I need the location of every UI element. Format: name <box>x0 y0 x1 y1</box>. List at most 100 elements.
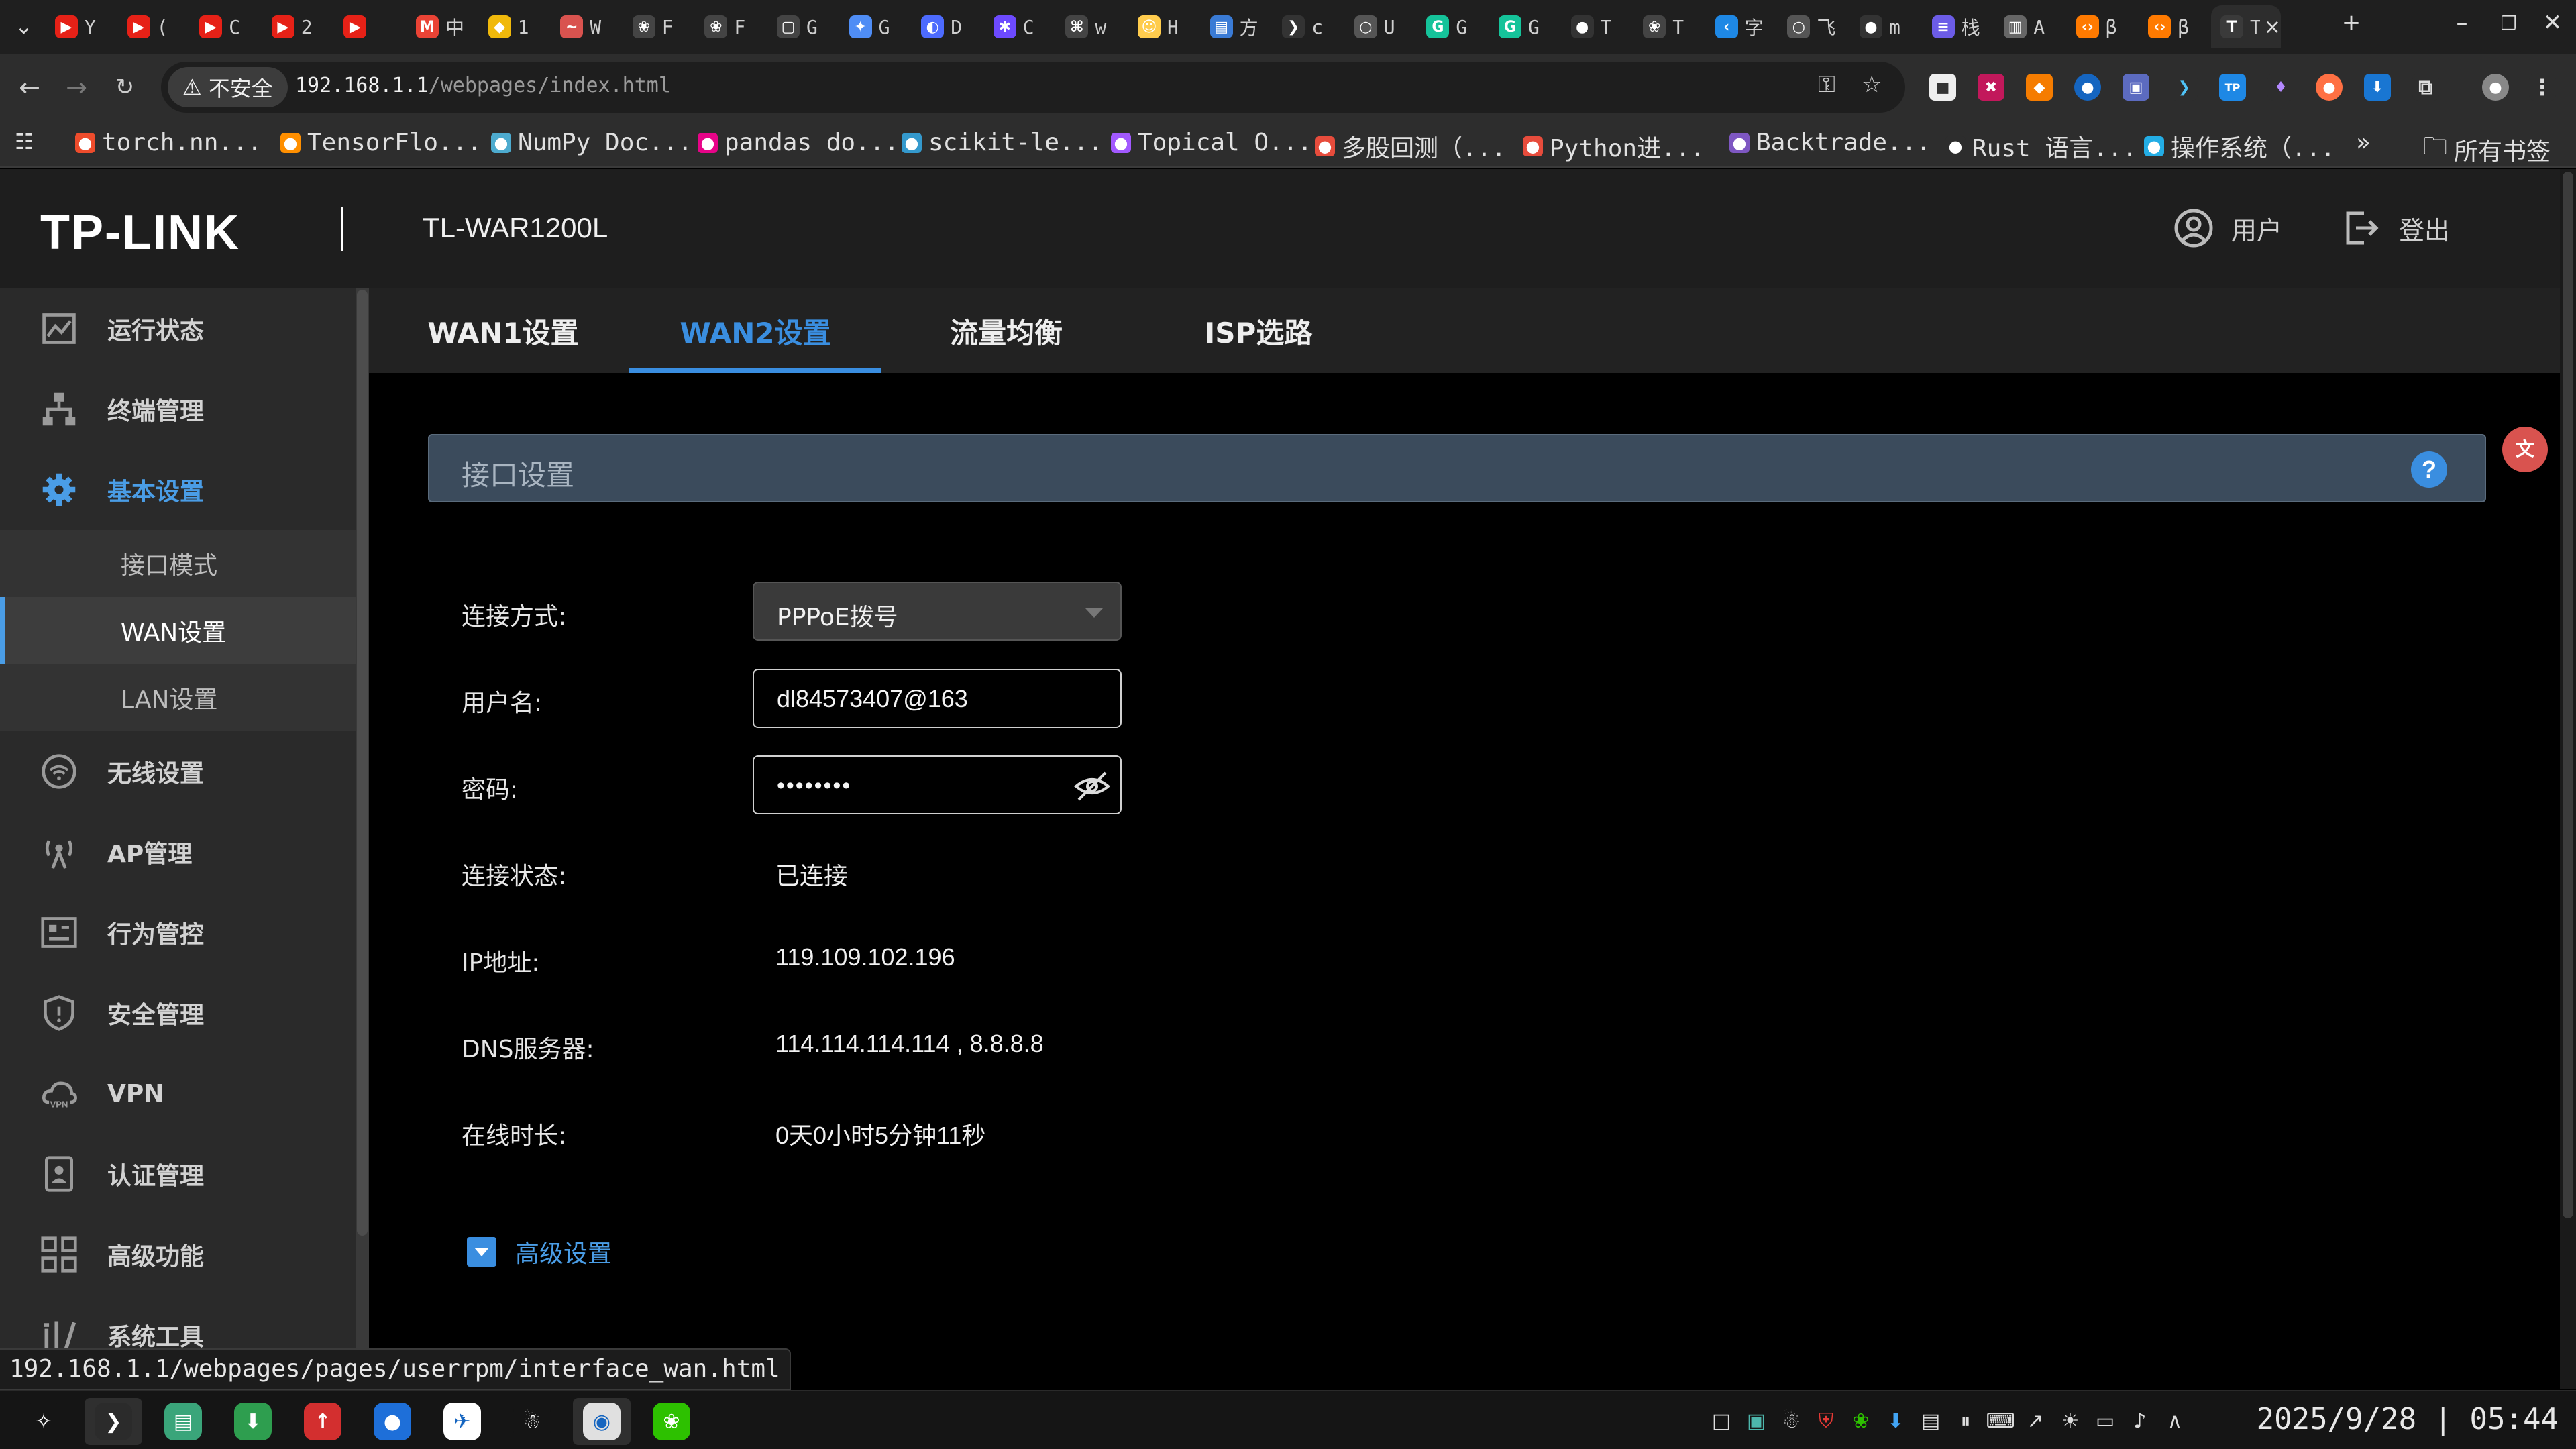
browser-tab[interactable]: ▶ C <box>190 5 265 48</box>
brightness-icon[interactable]: ☀ <box>2055 1406 2085 1436</box>
browser-tab[interactable]: ❯ c <box>1273 5 1348 48</box>
launcher-taskbar-button[interactable]: ✧ <box>15 1398 72 1445</box>
advanced-settings-toggle[interactable]: 高级设置 <box>467 1234 612 1269</box>
browser-tab[interactable]: ‹› β <box>2139 5 2214 48</box>
extension-tp-icon[interactable]: TP <box>2219 74 2246 101</box>
bookmark-item[interactable]: ● torch.nn... <box>75 129 262 156</box>
bookmark-item[interactable]: ● Rust 语言... <box>1945 129 2137 164</box>
sidebar-scroll-thumb[interactable] <box>357 290 368 1236</box>
sidebar-item[interactable]: 基本设置 <box>0 449 356 530</box>
password-key-icon[interactable]: ⚿ <box>1818 71 1835 98</box>
browser-tab[interactable]: ≡ 栈 <box>1923 5 1998 48</box>
browser-tab[interactable]: ▶ <box>334 5 409 48</box>
bookmark-item[interactable]: ● 操作系统（... <box>2144 129 2335 164</box>
chrome-taskbar-button[interactable]: ◉ <box>573 1398 631 1445</box>
profile-avatar[interactable]: ● <box>2482 74 2509 101</box>
bookmark-item[interactable]: ● NumPy Doc... <box>491 129 692 156</box>
forward-button[interactable]: → <box>59 70 94 105</box>
clock[interactable]: 2025/9/28 | 05:44 <box>2257 1402 2559 1436</box>
sidebar-item[interactable]: 高级功能 <box>0 1214 356 1295</box>
browser-menu-icon[interactable]: ⋮ <box>2529 74 2556 101</box>
browser-tab[interactable]: ○ 飞 <box>1778 5 1853 48</box>
browser-tab[interactable]: ~ W <box>551 5 626 48</box>
extension-doc-icon[interactable]: ■ <box>1929 74 1956 101</box>
clipboard-icon[interactable]: ▤ <box>1916 1406 1945 1436</box>
rocket-icon[interactable]: ↗ <box>2021 1406 2050 1436</box>
qq-icon[interactable]: ☃ <box>1776 1406 1806 1436</box>
volume-icon[interactable]: ♪ <box>2125 1406 2155 1436</box>
browser-tab[interactable]: M中 <box>407 5 482 48</box>
bookmark-item[interactable]: ● scikit-le... <box>902 129 1103 156</box>
browser-tab[interactable]: ○ U <box>1345 5 1420 48</box>
extensions-puzzle-icon[interactable]: ⧉ <box>2412 74 2439 101</box>
sidebar-item[interactable]: AP管理 <box>0 812 356 892</box>
extension-crystal-icon[interactable]: ♦ <box>2267 74 2294 101</box>
chevron-up-icon[interactable]: ∧ <box>2160 1406 2190 1436</box>
sidebar-subitem[interactable]: 接口模式 <box>0 530 356 597</box>
sidebar-item[interactable]: 安全管理 <box>0 973 356 1053</box>
display-icon[interactable]: ▭ <box>2090 1406 2120 1436</box>
browser-tab[interactable]: ● m <box>1850 5 1925 48</box>
sidebar-subitem[interactable]: LAN设置 <box>0 664 356 731</box>
browser-tab[interactable]: ▶ 2 <box>262 5 337 48</box>
extension-orange-icon[interactable]: ● <box>2316 74 2343 101</box>
browser-tab[interactable]: GG <box>1417 5 1492 48</box>
translate-icon[interactable]: 文 <box>2502 427 2548 472</box>
user-button[interactable]: 用户 <box>2174 208 2282 248</box>
router-tab[interactable]: WAN1设置 <box>377 288 629 373</box>
page-scroll-thumb[interactable] <box>2563 172 2573 1218</box>
browser-tab[interactable]: ▶ Y <box>46 5 121 48</box>
extension-arrow-icon[interactable]: ❯ <box>2171 74 2198 101</box>
browser-tab[interactable]: ▥ A <box>1994 5 2070 48</box>
desktop-icon[interactable]: □ <box>1707 1406 1736 1436</box>
username-input[interactable]: dl84573407@163 <box>753 669 1122 728</box>
address-bar[interactable]: ⚠ 不安全 192.168.1.1/webpages/index.html ⚿ … <box>161 62 1905 113</box>
qq-taskbar-button[interactable]: ☃ <box>503 1398 561 1445</box>
browser-tab[interactable]: ▶( <box>118 5 193 48</box>
browser-tab[interactable]: ❀ T <box>1633 5 1709 48</box>
new-tab-button[interactable]: + <box>2334 9 2368 36</box>
sidebar-item[interactable]: 运行状态 <box>0 288 356 369</box>
sidebar-item[interactable]: 终端管理 <box>0 369 356 449</box>
wechat-icon[interactable]: ❀ <box>1846 1406 1876 1436</box>
browser-tab[interactable]: T T × <box>2211 5 2281 48</box>
sidebar-item[interactable]: 无线设置 <box>0 731 356 812</box>
browser-tab[interactable]: ◐ D <box>912 5 987 48</box>
router-tab[interactable]: 流量均衡 <box>880 288 1132 373</box>
download-icon[interactable]: ⬇ <box>1881 1406 1911 1436</box>
router-tab[interactable]: ISP选路 <box>1132 288 1385 373</box>
bookmarks-overflow-button[interactable]: » <box>2356 129 2371 156</box>
close-window-button[interactable]: ✕ <box>2536 9 2569 36</box>
minimize-button[interactable]: – <box>2445 9 2479 36</box>
stock-app-taskbar-button[interactable]: ↑ <box>294 1398 352 1445</box>
extension-download-icon[interactable]: ⬇ <box>2364 74 2391 101</box>
bookmark-item[interactable]: ● Backtrade... <box>1729 129 1931 156</box>
sidebar-item[interactable]: 认证管理 <box>0 1134 356 1214</box>
pause-icon[interactable]: ⏸ <box>1951 1406 1980 1436</box>
help-icon[interactable]: ? <box>2411 451 2447 488</box>
bookmark-item[interactable]: ● Topical O... <box>1111 129 1312 156</box>
browser-tab[interactable]: ● T <box>1562 5 1637 48</box>
bookmark-item[interactable]: ● TensorFlo... <box>280 129 482 156</box>
eye-slash-icon[interactable] <box>1073 767 1111 805</box>
browser-tab[interactable]: ❀ F <box>695 5 770 48</box>
maximize-button[interactable]: ❐ <box>2492 12 2526 34</box>
extension-screenshot-icon[interactable]: ▣ <box>2123 74 2149 101</box>
bookmark-star-icon[interactable]: ☆ <box>1862 71 1882 98</box>
sidebar-item[interactable]: 行为管控 <box>0 892 356 973</box>
browser-taskbar-button[interactable]: ● <box>364 1398 421 1445</box>
bookmark-item[interactable]: ● Python进... <box>1523 129 1705 164</box>
browser-tab[interactable]: ⌘ w <box>1056 5 1131 48</box>
connection-type-select[interactable]: PPPoE拨号 <box>753 582 1122 641</box>
wechat-taskbar-button[interactable]: ❀ <box>643 1398 700 1445</box>
tab-search-button[interactable]: ⌄ <box>15 13 33 39</box>
password-input[interactable]: •••••••• <box>753 755 1122 814</box>
browser-tab[interactable]: ‹ 字 <box>1706 5 1781 48</box>
security-icon[interactable]: ⛨ <box>1811 1406 1841 1436</box>
browser-tab[interactable]: GG <box>1489 5 1564 48</box>
router-tab[interactable]: WAN2设置 <box>629 288 881 373</box>
site-info-button[interactable]: ⚠ 不安全 <box>168 67 288 107</box>
tab-close-icon[interactable]: × <box>2264 15 2281 39</box>
browser-tab[interactable]: ✦ G <box>840 5 915 48</box>
browser-tab[interactable]: ◆ 1 <box>479 5 554 48</box>
